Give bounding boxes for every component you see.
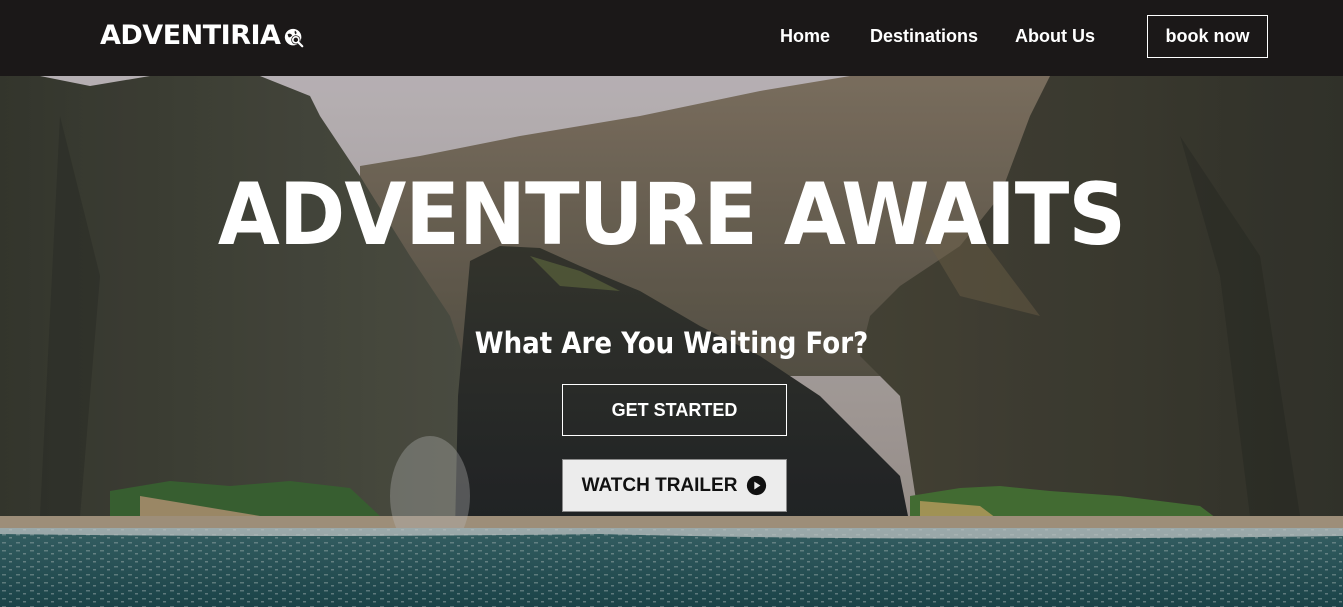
nav-link-home[interactable]: Home bbox=[780, 26, 830, 47]
navbar: ADVENTIRIA Home Destinations About Us bo… bbox=[0, 0, 1343, 76]
watch-trailer-label: WATCH TRAILER bbox=[581, 474, 738, 496]
hero-title: ADVENTURE AWAITS bbox=[217, 165, 1126, 265]
get-started-button[interactable]: GET STARTED bbox=[562, 384, 787, 436]
main-nav: Home Destinations About Us bbox=[0, 0, 1343, 76]
hero-section: ADVENTURE AWAITS What Are You Waiting Fo… bbox=[0, 76, 1343, 607]
hero-subtitle: What Are You Waiting For? bbox=[474, 326, 869, 360]
nav-link-about-us[interactable]: About Us bbox=[1015, 26, 1095, 47]
play-circle-icon bbox=[746, 475, 767, 496]
book-now-button[interactable]: book now bbox=[1147, 15, 1268, 58]
watch-trailer-button[interactable]: WATCH TRAILER bbox=[562, 459, 787, 512]
get-started-label: GET STARTED bbox=[611, 399, 738, 420]
nav-link-destinations[interactable]: Destinations bbox=[870, 26, 978, 47]
